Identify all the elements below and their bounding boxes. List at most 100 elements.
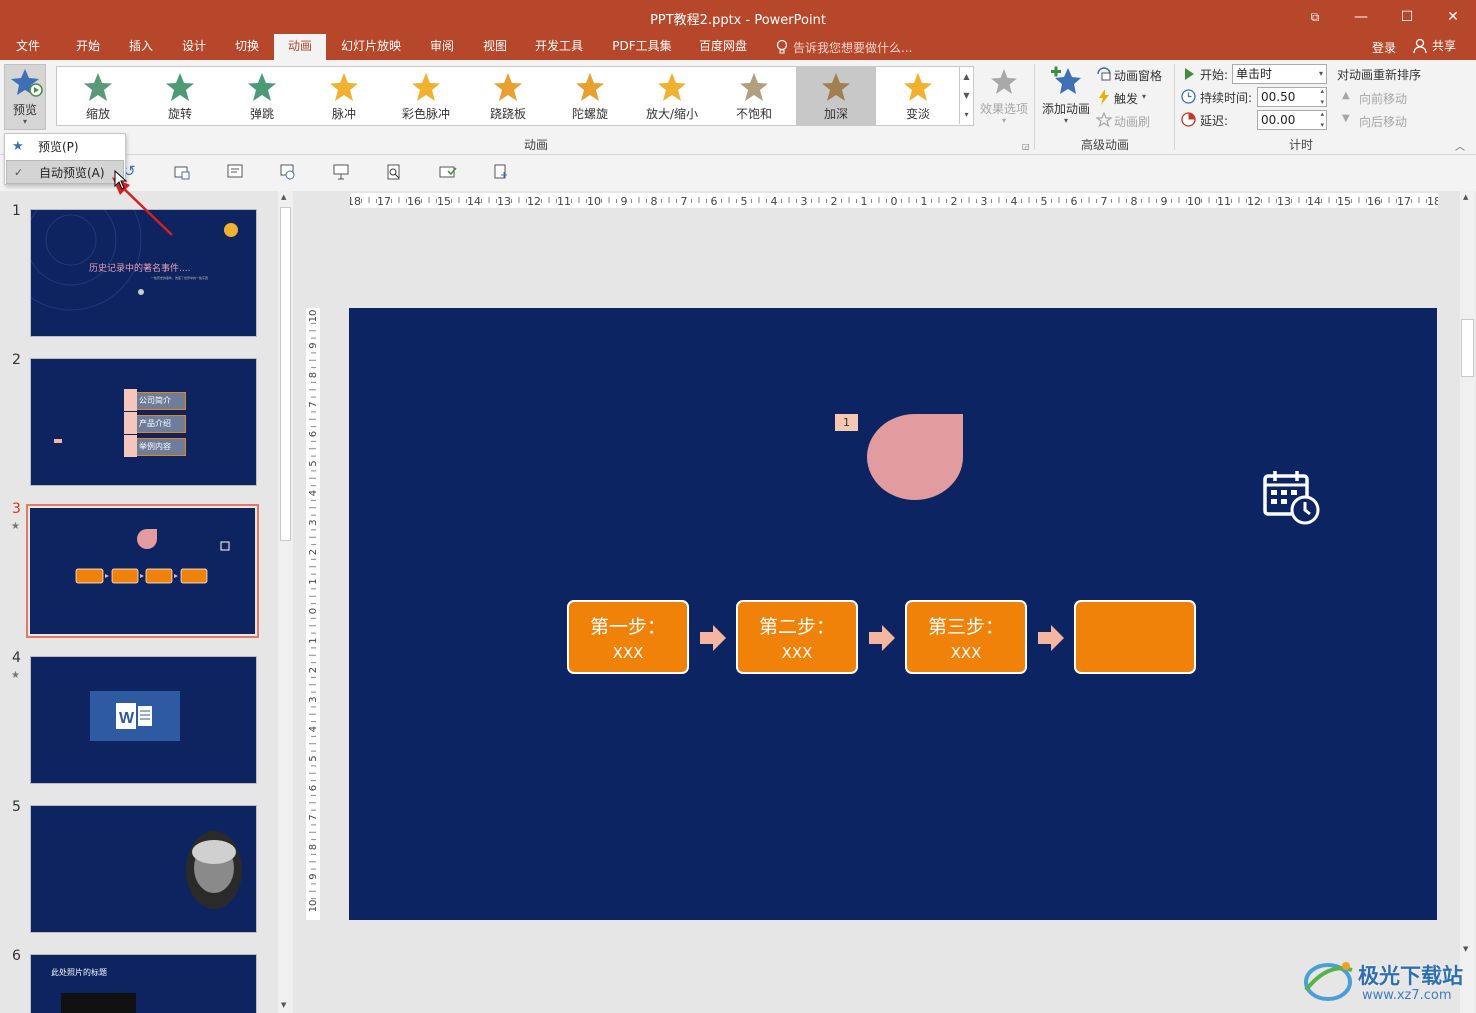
minimize-button[interactable]: — (1338, 0, 1384, 34)
tab-animations[interactable]: 动画 (274, 34, 326, 60)
scroll-down-icon[interactable]: ▼ (281, 1001, 286, 1009)
animation-effect-8[interactable]: 放大/缩小 (632, 67, 712, 125)
animation-star-icon: ★ (11, 670, 20, 681)
step-box-1[interactable]: 第一步： XXX (567, 600, 689, 674)
animation-effect-4[interactable]: 脉冲 (304, 67, 384, 125)
ribbon-animations: 预览 ▾ 缩放 旋转 弹跳 脉冲 彩色脉冲 跷跷板 陀螺旋 放大/缩小 不饱和 加深 变淡 ▲ ▼ ▾ 效… (0, 60, 1476, 155)
animation-star-icon (822, 73, 850, 101)
zoom-icon[interactable] (386, 164, 402, 183)
spinner-arrows-icon[interactable]: ▴ ▾ (1320, 109, 1324, 131)
animation-effect-3[interactable]: 弹跳 (222, 67, 302, 125)
editor-scrollbar[interactable]: ▲ ▼ (1460, 191, 1475, 1013)
ruler-tick-label: 9 (621, 195, 628, 208)
slide-thumbnail-6[interactable]: 此处照片的标题 (30, 954, 257, 1013)
share-button[interactable]: 共享 (1432, 37, 1456, 54)
maximize-button[interactable]: ☐ (1384, 0, 1430, 34)
step-arrow-2[interactable] (869, 625, 895, 651)
animation-effect-2[interactable]: 旋转 (140, 67, 220, 125)
animation-painter-button[interactable]: 动画刷 (1095, 111, 1156, 130)
animation-effect-6[interactable]: 跷跷板 (468, 67, 548, 125)
start-select[interactable]: 单击时 ▾ (1232, 64, 1327, 84)
tab-slideshow[interactable]: 幻灯片放映 (335, 34, 407, 60)
calendar-clock-icon[interactable] (1262, 468, 1322, 526)
close-button[interactable]: ✕ (1430, 0, 1476, 34)
gallery-scroll-button[interactable]: ▼ (959, 86, 973, 105)
scrollbar-thumb[interactable] (1461, 319, 1474, 377)
step-arrow-3[interactable] (1038, 625, 1064, 651)
gallery-scroll-button[interactable]: ▲ (959, 67, 973, 86)
preview-button[interactable]: 预览 ▾ (4, 64, 46, 130)
move-later-button[interactable]: ▼ 向后移动 (1342, 112, 1422, 130)
annotation-arrow (112, 177, 173, 236)
ruler-tick-label: 5 (1041, 195, 1048, 208)
ruler-tick-label: 10 (587, 195, 601, 208)
link-icon[interactable] (493, 164, 509, 183)
gallery-scroll-button[interactable]: ▾ (959, 105, 973, 124)
ruler-tick-label: 15 (1337, 195, 1351, 208)
menu-item-preview[interactable]: ★ 预览(P) (6, 135, 124, 159)
thumb-title: 历史记录中的著名事件.... (89, 264, 191, 274)
animation-star-icon (166, 73, 194, 101)
login-link[interactable]: 登录 (1372, 39, 1396, 56)
ribbon-display-options-button[interactable]: ⧉ (1292, 0, 1338, 34)
slide-thumbnail-4[interactable]: W (30, 656, 257, 784)
animation-star-icon (576, 73, 604, 101)
ruler-tick-label: 14 (467, 195, 481, 208)
tab-developer[interactable]: 开发工具 (528, 34, 590, 60)
slide-canvas[interactable]: 1 第一步： XXX 第二步： XXX 第三步： XXX (349, 308, 1437, 920)
step-text: XXX (612, 644, 644, 662)
ruler-tick-label: 6 (711, 195, 718, 208)
spinner-arrows-icon[interactable]: ▴ ▾ (1320, 86, 1324, 108)
add-animation-button[interactable]: 添加动画 ▾ (1040, 64, 1092, 130)
teardrop-shape[interactable] (865, 413, 965, 501)
ruler-tick-label: 7 (1101, 195, 1108, 208)
effect-options-button[interactable]: 效果选项 ▾ (980, 66, 1028, 130)
step-box-3[interactable]: 第三步： XXX (905, 600, 1027, 674)
animation-effect-7[interactable]: 陀螺旋 (550, 67, 630, 125)
ruler-tick-label: 18 (1427, 195, 1438, 208)
tab-insert[interactable]: 插入 (119, 34, 163, 60)
delay-spinner[interactable]: 00.00 ▴ ▾ (1257, 110, 1327, 130)
duration-spinner[interactable]: 00.50 ▴ ▾ (1257, 87, 1327, 107)
step-box-4[interactable] (1074, 600, 1196, 674)
title-bar: PPT教程2.pptx - PowerPoint ⧉ — ☐ ✕ (0, 0, 1476, 34)
slide-thumbnail-3[interactable] (30, 508, 255, 634)
tab-review[interactable]: 审阅 (420, 34, 464, 60)
check-publish-icon[interactable] (439, 164, 457, 183)
ruler-tick-label: 3 (981, 195, 988, 208)
tab-home[interactable]: 开始 (66, 34, 110, 60)
scroll-up-icon[interactable]: ▲ (1463, 193, 1468, 201)
animation-effect-10[interactable]: 加深 (796, 67, 876, 125)
animation-effect-11[interactable]: 变淡 (878, 67, 958, 125)
animation-pane-button[interactable]: 动画窗格 (1096, 66, 1168, 84)
move-earlier-button[interactable]: ▲ 向前移动 (1342, 89, 1422, 107)
collapse-ribbon-icon[interactable]: ︿ (1455, 138, 1465, 153)
trigger-button[interactable]: 触发 ▾ (1096, 89, 1156, 107)
tab-pdf-tools[interactable]: PDF工具集 (607, 34, 677, 60)
animation-effect-9[interactable]: 不饱和 (714, 67, 794, 125)
step-arrow-1[interactable] (700, 625, 726, 651)
tab-file[interactable]: 文件 (8, 34, 48, 60)
shapes-icon[interactable] (280, 164, 296, 183)
ruler-tick-label: 17 (377, 195, 391, 208)
animation-order-tag[interactable]: 1 (835, 414, 858, 431)
slide-thumbnail-2[interactable]: 公司简介 产品介绍 举例内容 (30, 358, 257, 486)
tab-baidu-netdisk[interactable]: 百度网盘 (692, 34, 754, 60)
tab-design[interactable]: 设计 (172, 34, 216, 60)
tab-view[interactable]: 视图 (473, 34, 517, 60)
ruler-tick-label: 1 (921, 195, 928, 208)
animation-effect-1[interactable]: 缩放 (58, 67, 138, 125)
animation-effect-5[interactable]: 彩色脉冲 (386, 67, 466, 125)
ruler-tick-label: 17 (1397, 195, 1411, 208)
ruler-tick-label: 11 (1217, 195, 1231, 208)
presenter-icon[interactable] (333, 164, 349, 183)
thumbnail-scrollbar[interactable]: ▲ ▼ (278, 191, 293, 1013)
scrollbar-thumb[interactable] (280, 207, 291, 541)
slide-thumbnail-5[interactable] (30, 805, 257, 933)
tell-me-search[interactable]: 告诉我您想要做什么... (793, 39, 912, 56)
text-box-icon[interactable] (227, 164, 243, 181)
dialog-launcher-icon[interactable]: ◲ (1022, 142, 1030, 151)
scroll-up-icon[interactable]: ▲ (281, 193, 286, 201)
step-box-2[interactable]: 第二步： XXX (736, 600, 858, 674)
tab-transitions[interactable]: 切换 (225, 34, 269, 60)
